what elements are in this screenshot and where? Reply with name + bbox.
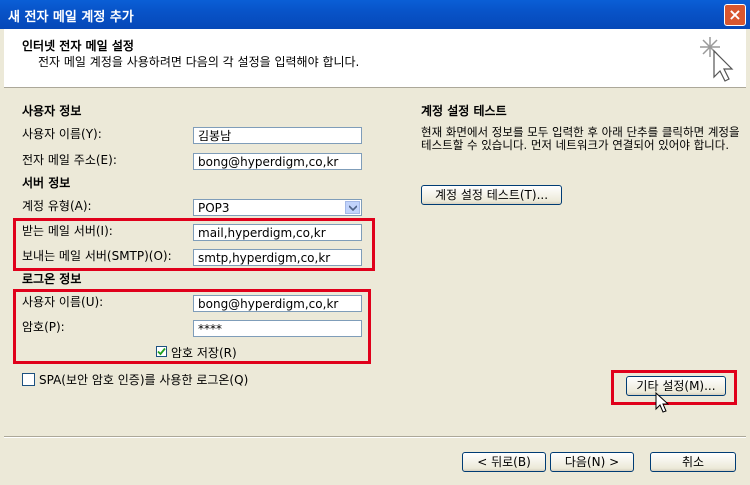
chevron-down-icon[interactable] — [345, 201, 360, 214]
wizard-sparkle-icon — [700, 37, 734, 82]
outgoing-server-label: 보내는 메일 서버(SMTP)(O): — [22, 249, 172, 263]
header-subtitle: 전자 메일 계정을 사용하려면 다음의 각 설정을 입력해야 합니다. — [38, 55, 360, 69]
test-heading: 계정 설정 테스트 — [421, 104, 507, 118]
email-address-label: 전자 메일 주소(E): — [22, 153, 117, 167]
back-button[interactable]: < 뒤로(B) — [462, 452, 546, 472]
window-title: 새 전자 메일 계정 추가 — [8, 10, 134, 25]
cancel-button[interactable]: 취소 — [650, 452, 736, 472]
password-input[interactable]: **** — [193, 320, 362, 337]
test-account-button[interactable]: 계정 설정 테스트(T)... — [421, 185, 562, 205]
user-info-heading: 사용자 정보 — [22, 104, 82, 118]
close-button[interactable]: × — [724, 4, 746, 26]
spa-label[interactable]: SPA(보안 암호 인증)를 사용한 로그온(Q) — [39, 371, 248, 388]
logon-username-input[interactable]: bong@hyperdigm,co,kr — [193, 295, 362, 312]
checkmark-icon — [157, 347, 166, 356]
more-settings-button[interactable]: 기타 설정(M)... — [626, 376, 726, 396]
account-type-value: POP3 — [198, 201, 230, 215]
test-description: 현재 화면에서 정보를 모두 입력한 후 아래 단추를 클릭하면 계정을 테스트… — [421, 125, 740, 152]
user-name-input[interactable]: 김봉남 — [193, 127, 362, 144]
wizard-header: 인터넷 전자 메일 설정 전자 메일 계정을 사용하려면 다음의 각 설정을 입… — [4, 29, 746, 88]
footer-divider — [4, 436, 746, 438]
logon-info-heading: 로그온 정보 — [22, 272, 82, 286]
remember-password-label[interactable]: 암호 저장(R) — [171, 344, 237, 361]
account-type-label: 계정 유형(A): — [22, 199, 92, 213]
mouse-cursor-icon — [655, 392, 669, 413]
server-info-heading: 서버 정보 — [22, 176, 71, 190]
remember-password-checkbox[interactable] — [156, 346, 167, 357]
outgoing-server-input[interactable]: smtp,hyperdigm,co,kr — [193, 249, 362, 266]
next-button[interactable]: 다음(N) > — [550, 452, 634, 472]
user-name-label: 사용자 이름(Y): — [22, 127, 102, 141]
spa-checkbox[interactable] — [22, 373, 35, 386]
header-title: 인터넷 전자 메일 설정 — [22, 39, 134, 53]
title-bar: 새 전자 메일 계정 추가 × — [0, 0, 750, 29]
incoming-server-input[interactable]: mail,hyperdigm,co,kr — [193, 224, 362, 241]
email-address-input[interactable]: bong@hyperdigm,co,kr — [193, 153, 362, 170]
password-label: 암호(P): — [22, 320, 65, 334]
incoming-server-label: 받는 메일 서버(I): — [22, 224, 113, 238]
account-type-select[interactable]: POP3 — [193, 199, 362, 216]
logon-username-label: 사용자 이름(U): — [22, 295, 104, 309]
